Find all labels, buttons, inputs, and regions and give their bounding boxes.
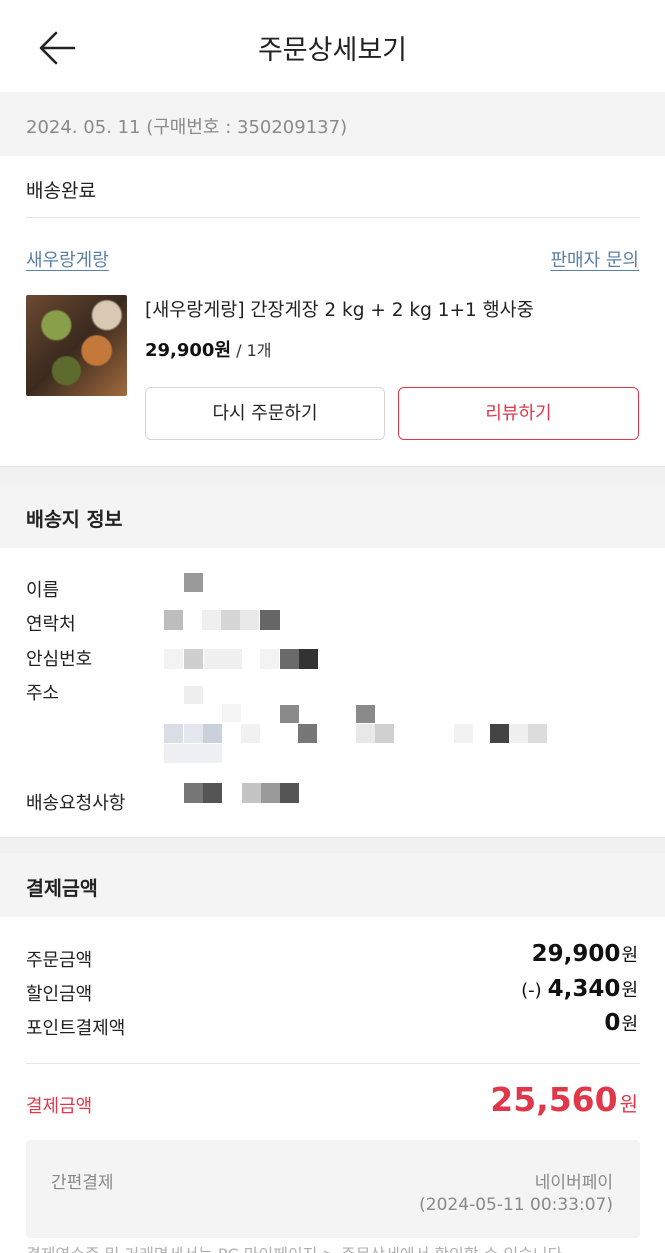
product-thumbnail[interactable] bbox=[26, 295, 127, 396]
product-price-value: 29,900원 bbox=[145, 340, 232, 361]
shipping-section-title: 배송지 정보 bbox=[26, 508, 123, 531]
total-amount-label: 결제금액 bbox=[26, 1096, 93, 1117]
currency-unit: 원 bbox=[621, 945, 638, 966]
discount-amount-value: (-) 4,340원 bbox=[521, 976, 638, 1002]
order-amount-value: 29,900원 bbox=[532, 941, 638, 967]
phone-label: 연락처 bbox=[26, 614, 76, 635]
total-amount-number: 25,560 bbox=[490, 1080, 618, 1119]
name-label: 이름 bbox=[26, 580, 60, 601]
currency-unit: 원 bbox=[621, 980, 638, 1001]
discount-sign: (-) bbox=[521, 980, 542, 1001]
points-amount-number: 0 bbox=[604, 1010, 621, 1036]
payment-method-label: 간편결제 bbox=[51, 1173, 114, 1193]
receipt-notice: 결제영수증 및 거래명세서는 PC 마이페이지 > 주문상세에서 확인할 수 있… bbox=[26, 1241, 562, 1253]
points-amount-label: 포인트결제액 bbox=[26, 1018, 126, 1039]
section-gap bbox=[0, 466, 665, 484]
divider bbox=[26, 1063, 640, 1064]
safe-number-label: 안심번호 bbox=[26, 649, 93, 670]
review-button[interactable]: 리뷰하기 bbox=[398, 387, 639, 440]
product-price: 29,900원 / 1개 bbox=[145, 336, 272, 362]
total-amount-value: 25,560 원 bbox=[490, 1080, 638, 1119]
seller-inquiry-link[interactable]: 판매자 문의 bbox=[550, 246, 639, 272]
product-name[interactable]: [새우랑게랑] 간장게장 2 kg + 2 kg 1+1 행사중 bbox=[145, 296, 534, 322]
payment-method-box: 간편결제 네이버페이 (2024-05-11 00:33:07) bbox=[26, 1140, 640, 1238]
redacted-phone bbox=[164, 610, 284, 636]
seller-link[interactable]: 새우랑게랑 bbox=[26, 246, 109, 272]
shipping-section-header: 배송지 정보 bbox=[0, 484, 665, 548]
order-amount-number: 29,900 bbox=[531, 941, 621, 967]
order-date-text: 2024. 05. 11 (구매번호 : 350209137) bbox=[26, 117, 348, 138]
order-amount-label: 주문금액 bbox=[26, 950, 93, 971]
section-gap bbox=[0, 837, 665, 853]
payment-time: (2024-05-11 00:33:07) bbox=[419, 1195, 613, 1215]
delivery-status: 배송완료 bbox=[26, 180, 96, 202]
address-label: 주소 bbox=[26, 683, 60, 704]
delivery-request-label: 배송요청사항 bbox=[26, 793, 126, 814]
order-date-bar: 2024. 05. 11 (구매번호 : 350209137) bbox=[0, 92, 665, 156]
divider bbox=[26, 217, 640, 218]
currency-unit: 원 bbox=[619, 1092, 638, 1116]
payment-method-name: 네이버페이 bbox=[534, 1173, 613, 1193]
page-title: 주문상세보기 bbox=[257, 35, 408, 66]
currency-unit: 원 bbox=[621, 1014, 638, 1035]
redacted-safe-number bbox=[164, 649, 324, 675]
points-amount-value: 0원 bbox=[604, 1010, 638, 1036]
discount-amount-number: 4,340 bbox=[547, 976, 621, 1002]
redacted-delivery-request bbox=[184, 783, 304, 809]
payment-section-header: 결제금액 bbox=[0, 853, 665, 917]
product-quantity: / 1개 bbox=[231, 341, 272, 360]
payment-section-title: 결제금액 bbox=[26, 877, 98, 900]
reorder-button[interactable]: 다시 주문하기 bbox=[145, 387, 385, 440]
redacted-name bbox=[184, 573, 204, 597]
discount-amount-label: 할인금액 bbox=[26, 984, 93, 1005]
top-header: 주문상세보기 bbox=[0, 0, 665, 92]
redacted-address bbox=[164, 686, 564, 770]
